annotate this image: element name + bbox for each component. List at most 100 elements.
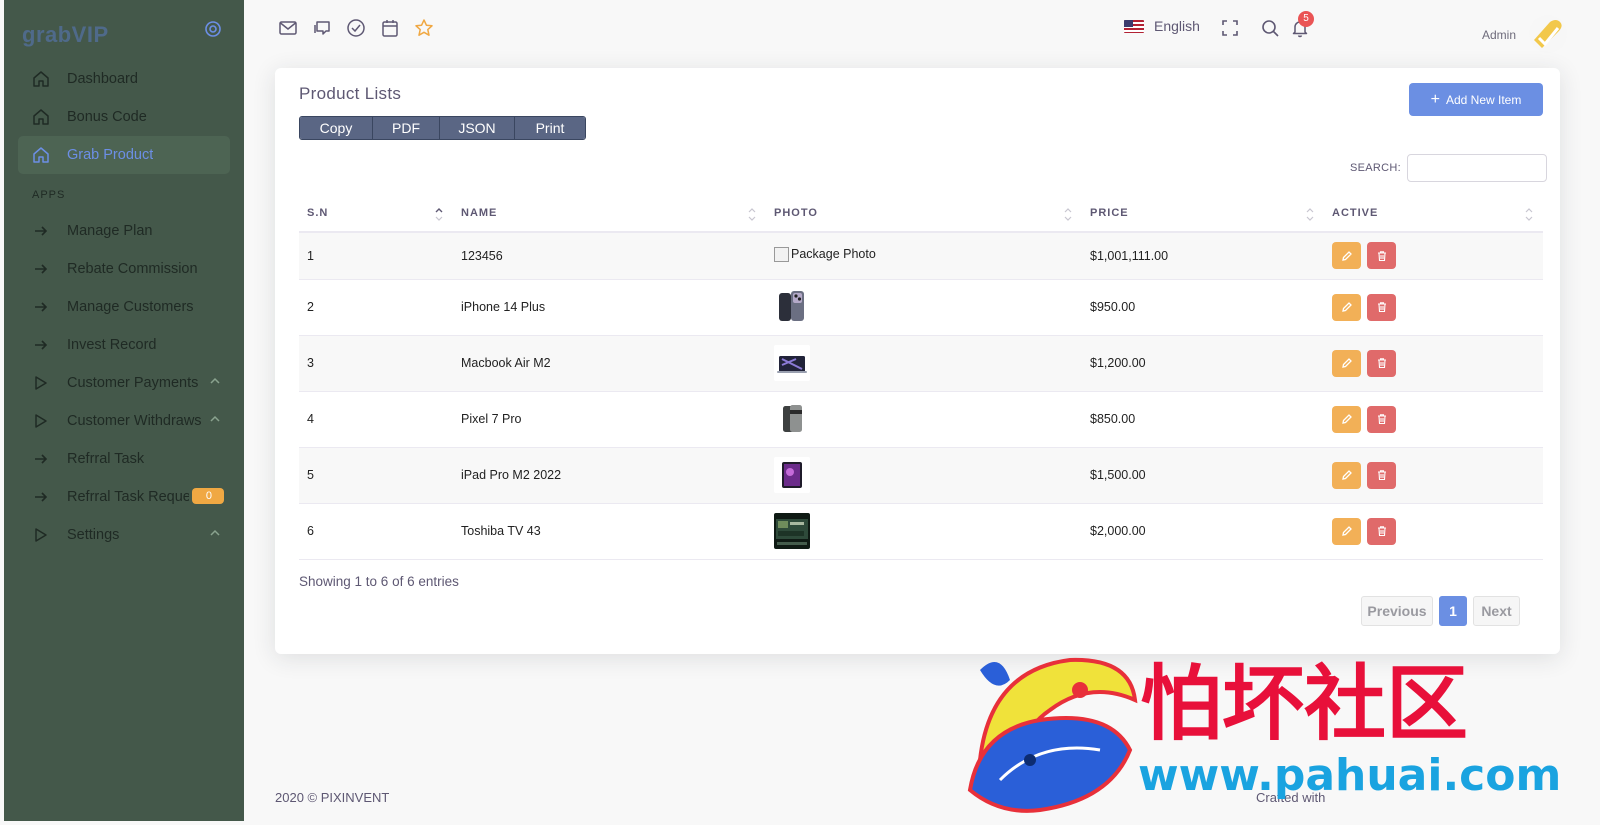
sidebar-item-label: Bonus Code (67, 109, 147, 125)
edit-button[interactable] (1332, 349, 1361, 377)
column-header-price[interactable]: PRICE (1082, 194, 1324, 233)
sidebar-toggle-icon[interactable] (204, 20, 222, 38)
product-table: S.N NAME PHOTO PRICE ACTIVE 1 123456 Pac… (299, 194, 1543, 560)
cell-price: $950.00 (1082, 279, 1324, 336)
sidebar-item-rebate-commission[interactable]: Rebate Commission (18, 250, 230, 288)
sidebar-item-grab-product[interactable]: Grab Product (18, 136, 230, 174)
cell-actions (1324, 279, 1543, 336)
export-button-group: Copy PDF JSON Print (299, 116, 586, 140)
sidebar-section-title: APPS (32, 189, 66, 201)
trash-icon (1377, 526, 1386, 537)
sidebar-item-settings[interactable]: Settings (18, 516, 230, 554)
edit-button[interactable] (1332, 242, 1361, 270)
sidebar-item-invest-record[interactable]: Invest Record (18, 326, 230, 364)
pagination: Previous 1 Next (1361, 596, 1520, 626)
sidebar-item-label: Manage Customers (67, 299, 194, 315)
cell-actions (1324, 391, 1543, 448)
pagination-previous[interactable]: Previous (1361, 596, 1433, 626)
delete-button[interactable] (1367, 242, 1397, 270)
sidebar-item-label: Manage Plan (67, 223, 153, 239)
delete-button[interactable] (1367, 293, 1397, 321)
cell-sn: 3 (299, 335, 453, 392)
delete-button[interactable] (1367, 517, 1397, 545)
mail-icon[interactable] (278, 18, 298, 38)
trash-icon (1377, 251, 1386, 261)
add-new-item-button[interactable]: + Add New Item (1409, 83, 1543, 116)
sidebar-item-label: Refrral Task Reque (67, 489, 189, 505)
edit-button[interactable] (1332, 517, 1361, 545)
sidebar-item-manage-customers[interactable]: Manage Customers (18, 288, 230, 326)
chat-icon[interactable] (312, 18, 332, 38)
sidebar-item-label: Dashboard (67, 71, 138, 87)
play-icon (32, 526, 50, 544)
pencil-icon (1341, 302, 1352, 312)
sidebar-item-label: Settings (67, 527, 120, 543)
home-icon (32, 146, 50, 164)
sidebar-menu: Dashboard Bonus Code Grab Product APPS M… (4, 60, 244, 554)
copy-button[interactable]: Copy (300, 117, 373, 139)
sidebar-item-refrral-task[interactable]: Refrral Task (18, 440, 230, 478)
sidebar: grabVIP Dashboard Bonus Code Grab Produc… (4, 0, 244, 821)
avatar[interactable] (1528, 14, 1568, 54)
cell-actions (1324, 232, 1543, 280)
watermark-url: www.pahuai.com (1138, 750, 1561, 801)
cell-name: iPad Pro M2 2022 (453, 447, 766, 504)
fullscreen-icon[interactable] (1220, 18, 1240, 38)
table-row: 2 iPhone 14 Plus $950.00 (299, 279, 1543, 336)
cell-price: $850.00 (1082, 391, 1324, 448)
sidebar-item-label: Invest Record (67, 337, 157, 353)
pdf-button[interactable]: PDF (373, 117, 440, 139)
cell-photo (766, 279, 1082, 336)
column-header-label: PRICE (1090, 206, 1129, 219)
delete-button[interactable] (1367, 405, 1397, 433)
search-label: SEARCH: (1350, 162, 1401, 174)
sidebar-item-bonus-code[interactable]: Bonus Code (18, 98, 230, 136)
us-flag-icon (1124, 19, 1144, 33)
arrow-right-icon (32, 336, 50, 354)
count-badge: 0 (191, 488, 224, 504)
user-name[interactable]: Admin (1482, 28, 1516, 42)
cell-sn: 5 (299, 447, 453, 504)
chevron-up-icon (210, 377, 220, 384)
sidebar-item-manage-plan[interactable]: Manage Plan (18, 212, 230, 250)
json-button[interactable]: JSON (440, 117, 515, 139)
sidebar-item-dashboard[interactable]: Dashboard (18, 60, 230, 98)
pencil-icon (1341, 414, 1352, 424)
language-selector[interactable]: English (1124, 18, 1200, 34)
star-icon[interactable] (414, 18, 434, 38)
column-header-active[interactable]: ACTIVE (1324, 194, 1543, 233)
brand-logo[interactable]: grabVIP (22, 22, 109, 48)
edit-button[interactable] (1332, 405, 1361, 433)
search-input[interactable] (1407, 154, 1547, 182)
cell-photo (766, 503, 1082, 560)
column-header-name[interactable]: NAME (453, 194, 766, 233)
column-header-photo[interactable]: PHOTO (766, 194, 1082, 233)
sidebar-item-customer-payments[interactable]: Customer Payments (18, 364, 230, 402)
check-circle-icon[interactable] (346, 18, 366, 38)
sidebar-item-customer-withdraws[interactable]: Customer Withdraws (18, 402, 230, 440)
column-header-sn[interactable]: S.N (299, 194, 453, 233)
delete-button[interactable] (1367, 349, 1397, 377)
sidebar-item-label: Refrral Task (67, 451, 145, 467)
delete-button[interactable] (1367, 461, 1397, 489)
sidebar-item-label: Customer Withdraws (67, 413, 202, 429)
cell-name: Pixel 7 Pro (453, 391, 766, 448)
sidebar-item-refrral-task-request[interactable]: Refrral Task Reque 0 (18, 478, 230, 516)
pagination-page[interactable]: 1 (1439, 596, 1467, 626)
print-button[interactable]: Print (515, 117, 585, 139)
edit-button[interactable] (1332, 293, 1361, 321)
calendar-icon[interactable] (380, 18, 400, 38)
trash-icon (1377, 414, 1386, 425)
cell-sn: 1 (299, 232, 453, 280)
search-icon[interactable] (1260, 18, 1280, 38)
sort-icon (1306, 208, 1314, 221)
sidebar-item-label: Customer Payments (67, 375, 199, 391)
edit-button[interactable] (1332, 461, 1361, 489)
cell-actions (1324, 503, 1543, 560)
trash-icon (1377, 358, 1386, 369)
watermark-logo: 怕坏社区 www.pahuai.com (967, 657, 1561, 813)
pagination-next[interactable]: Next (1473, 596, 1520, 626)
play-icon (32, 374, 50, 392)
cell-photo (766, 391, 1082, 448)
cell-price: $1,200.00 (1082, 335, 1324, 392)
